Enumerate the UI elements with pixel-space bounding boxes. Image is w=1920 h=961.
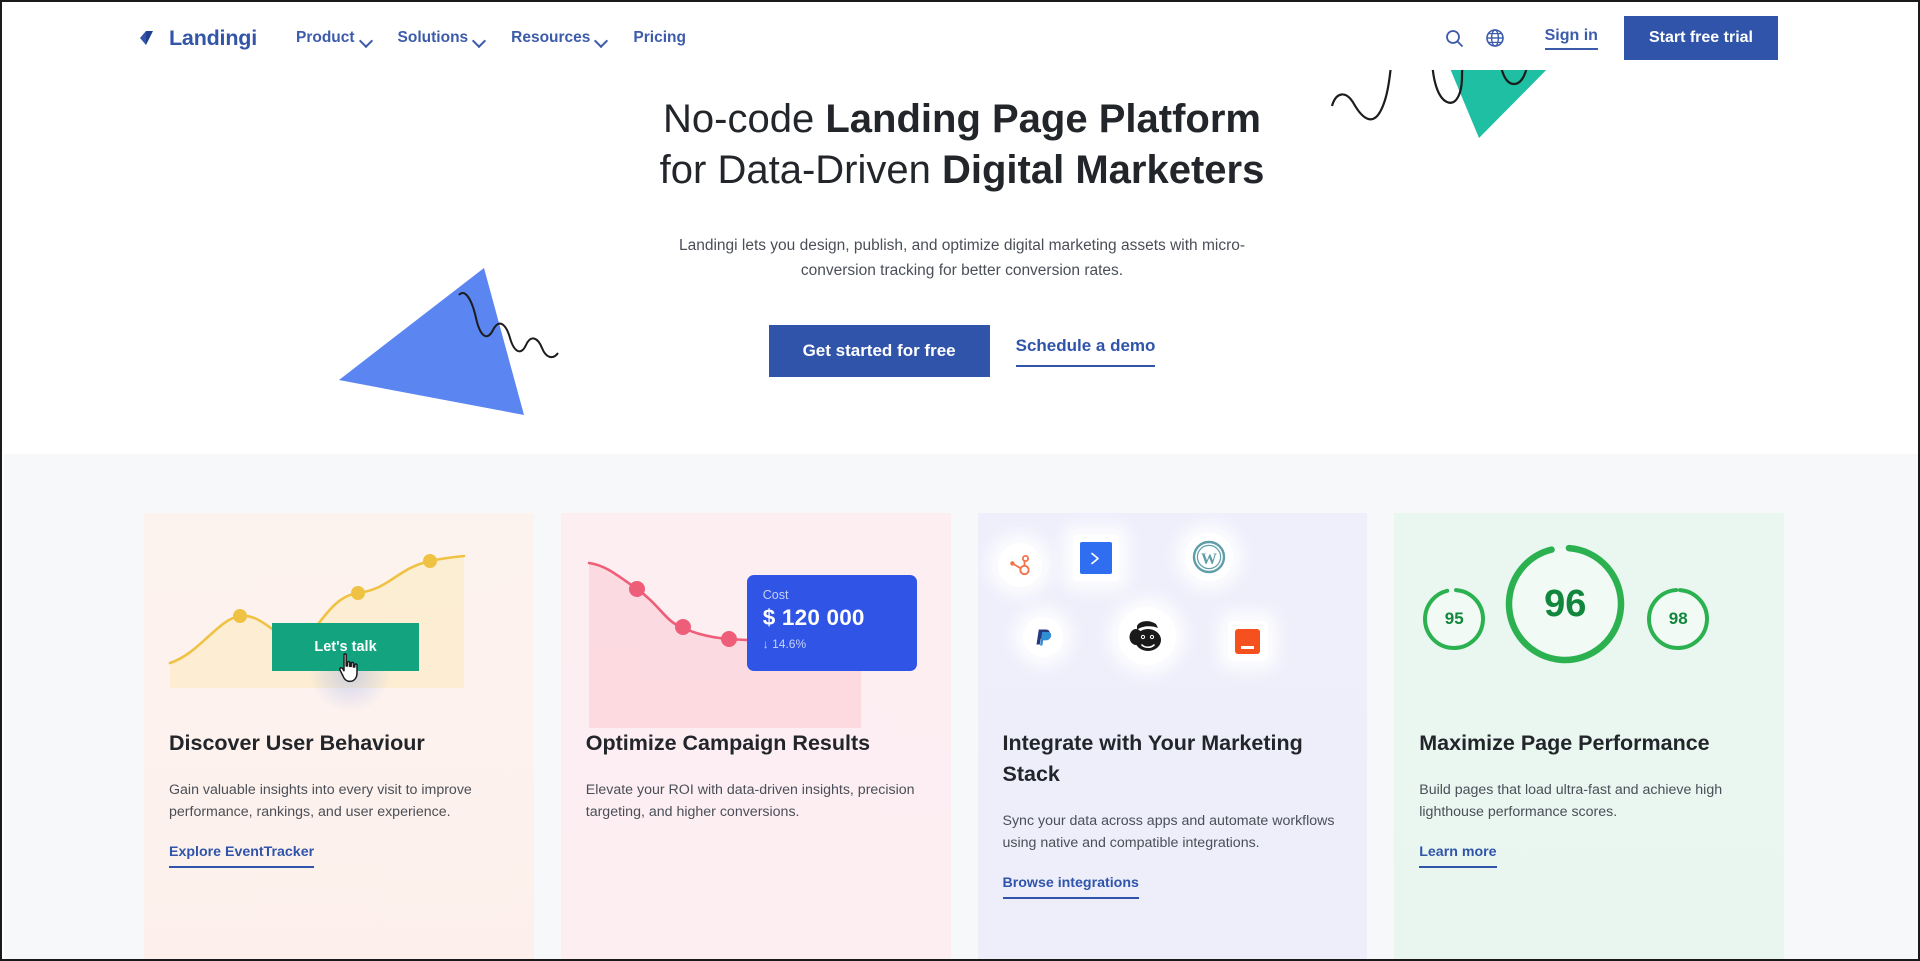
card-body: Discover User Behaviour Gain valuable in… <box>144 728 534 868</box>
cost-stat-delta: ↓ 14.6% <box>763 637 901 651</box>
start-free-trial-button[interactable]: Start free trial <box>1623 16 1778 60</box>
cost-stat-card: Cost $ 120 000 ↓ 14.6% <box>746 575 917 671</box>
mailchimp-icon[interactable] <box>1117 607 1176 665</box>
cost-stat-delta-value: 14.6% <box>772 637 807 651</box>
card-art-campaign-cost-chart: Cost $ 120 000 ↓ 14.6% <box>561 513 951 728</box>
feature-card-maximize-page-performance[interactable]: 95 96 98 Maximize Page Performance Build… <box>1394 513 1784 959</box>
features-section: Let's talk Discover User Behaviour Gain … <box>4 454 1918 959</box>
nav-item-product-label: Product <box>295 29 355 46</box>
header-right-group: Sign in Start free trial <box>1435 16 1778 60</box>
card-title: Discover User Behaviour <box>169 731 425 755</box>
feature-card-discover-user-behaviour[interactable]: Let's talk Discover User Behaviour Gain … <box>144 513 534 959</box>
card-art-performance-gauges: 95 96 98 <box>1394 513 1784 728</box>
nav-item-resources[interactable]: Resources <box>498 29 620 47</box>
hero-title-line2-bold: Digital Marketers <box>941 148 1265 192</box>
card-art-user-behaviour-chart: Let's talk <box>144 513 534 728</box>
cost-stat-value: $ 120 000 <box>762 605 865 630</box>
card-art-integration-logos: W <box>978 513 1368 728</box>
card-title: Optimize Campaign Results <box>585 731 871 755</box>
gauge-score-96-value: 96 <box>1544 582 1587 625</box>
nav-item-pricing-label: Pricing <box>633 29 686 46</box>
paypal-icon[interactable] <box>1022 617 1063 657</box>
feature-card-optimize-campaign-results[interactable]: Cost $ 120 000 ↓ 14.6% Optimize Campaign… <box>560 513 951 959</box>
svg-text:W: W <box>1201 551 1217 568</box>
learn-more-link[interactable]: Learn more <box>1419 844 1497 868</box>
search-icon[interactable] <box>1435 18 1475 58</box>
getresponse-icon[interactable] <box>1072 535 1119 581</box>
hero-subtitle: Landingi lets you design, publish, and o… <box>678 237 1246 279</box>
cost-stat-label: Cost <box>762 588 789 602</box>
gauge-score-96: 96 <box>1501 540 1629 668</box>
explore-eventtracker-link[interactable]: Explore EventTracker <box>169 844 315 868</box>
browse-integrations-link[interactable]: Browse integrations <box>1002 875 1139 899</box>
hubspot-icon[interactable] <box>997 543 1042 587</box>
gauge-score-98: 98 <box>1644 585 1712 653</box>
nav-item-pricing[interactable]: Pricing <box>620 29 699 47</box>
chevron-down-icon <box>596 36 607 43</box>
card-description: Gain valuable insights into every visit … <box>169 782 472 820</box>
card-description: Build pages that load ultra-fast and ach… <box>1419 782 1723 820</box>
card-body: Maximize Page Performance Build pages th… <box>1394 728 1784 868</box>
nav-item-solutions-label: Solutions <box>397 29 469 46</box>
nav-item-resources-label: Resources <box>511 29 591 46</box>
gauge-score-95-value: 95 <box>1444 609 1464 628</box>
gauge-score-98-value: 98 <box>1668 609 1688 628</box>
chevron-down-icon <box>361 36 372 43</box>
feature-card-integrate-marketing-stack[interactable]: W Integrate with Your Marketing Stack Sy… <box>977 513 1368 959</box>
card-body: Integrate with Your Marketing Stack Sync… <box>978 728 1368 899</box>
orange-app-icon[interactable] <box>1227 621 1268 661</box>
wordpress-icon[interactable]: W <box>1184 533 1233 581</box>
hero-title-line2-plain: for Data-Driven <box>659 148 942 192</box>
hero-section: No-code Landing Page Platform for Data-D… <box>4 70 1918 454</box>
feature-card-grid: Let's talk Discover User Behaviour Gain … <box>144 513 1784 959</box>
arrow-down-icon: ↓ <box>762 637 769 651</box>
hero-title-line1-plain: No-code <box>663 97 826 141</box>
pointing-hand-cursor-icon <box>337 653 363 683</box>
card-title: Integrate with Your Marketing Stack <box>1002 731 1303 786</box>
globe-icon[interactable] <box>1475 18 1515 58</box>
card-description: Sync your data across apps and automate … <box>1002 813 1335 851</box>
landingi-diamond-logo-icon <box>138 27 160 49</box>
nav-item-product[interactable]: Product <box>283 29 385 47</box>
hero-title: No-code Landing Page Platform for Data-D… <box>512 70 1412 196</box>
chevron-down-icon <box>474 36 485 43</box>
gauge-score-95: 95 <box>1420 585 1488 653</box>
card-title: Maximize Page Performance <box>1419 731 1710 755</box>
card-body: Optimize Campaign Results Elevate your R… <box>561 728 951 823</box>
browser-viewport: Landingi Product Solutions Resources Pri… <box>0 0 1920 961</box>
nav-item-solutions[interactable]: Solutions <box>385 29 499 47</box>
header-left-group: Landingi Product Solutions Resources Pri… <box>138 26 699 51</box>
site-header: Landingi Product Solutions Resources Pri… <box>2 6 1918 70</box>
schedule-demo-link[interactable]: Schedule a demo <box>1015 336 1156 367</box>
brand-name: Landingi <box>169 25 257 50</box>
hero-title-line1-bold: Landing Page Platform <box>825 97 1261 141</box>
hero-cta-group: Get started for free Schedule a demo <box>4 325 1918 377</box>
brand-logo-link[interactable]: Landingi <box>138 26 257 51</box>
sign-in-link[interactable]: Sign in <box>1544 27 1598 50</box>
get-started-free-button[interactable]: Get started for free <box>768 325 990 377</box>
card-description: Elevate your ROI with data-driven insigh… <box>585 782 915 820</box>
